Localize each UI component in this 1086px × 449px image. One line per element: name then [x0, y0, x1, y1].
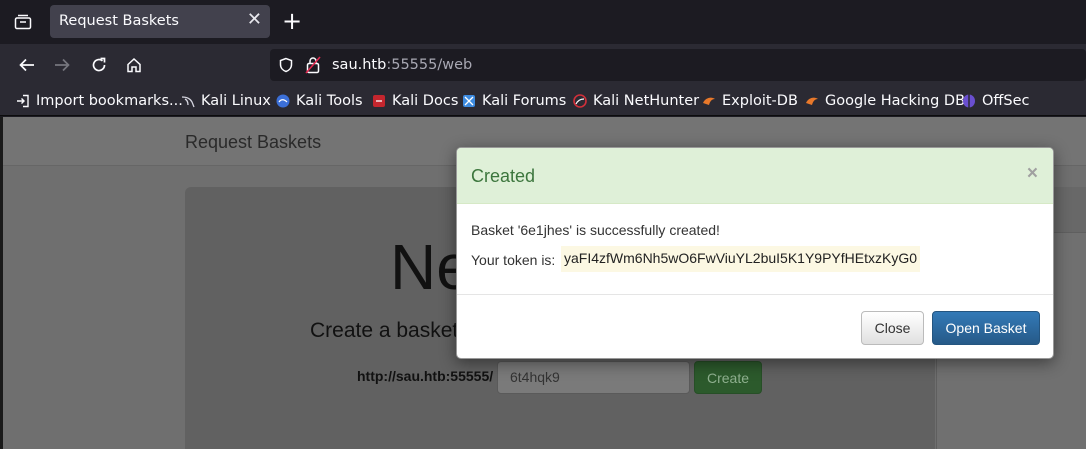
bookmark-label: Kali Forums	[482, 93, 567, 109]
import-icon	[16, 94, 30, 108]
token-label: Your token is:	[471, 252, 556, 268]
bookmark-label: Google Hacking DB	[825, 93, 966, 109]
bookmark-google-hacking-db[interactable]: Google Hacking DB	[805, 91, 965, 111]
tab-close-icon[interactable]: ✕	[247, 10, 262, 30]
basket-name-input[interactable]: 6t4hqk9	[497, 361, 690, 394]
kali-dragon-icon	[181, 94, 195, 108]
bookmark-label: Kali Linux	[201, 93, 271, 109]
create-button[interactable]: Create	[694, 361, 762, 394]
left-edge	[0, 117, 3, 449]
home-icon[interactable]	[120, 51, 148, 79]
bookmark-exploit-db[interactable]: Exploit-DB	[702, 91, 798, 111]
created-message: Basket '6e1jhes' is successfully created…	[471, 222, 720, 238]
bookmarks-toolbar: Import bookmarks... Kali Linux Kali Tool…	[0, 86, 1086, 116]
base-url-label: http://sau.htb:55555/	[357, 368, 494, 384]
bookmark-label: Kali Docs	[392, 93, 459, 109]
site-brand[interactable]: Request Baskets	[185, 132, 321, 153]
exploit-db-icon	[702, 94, 716, 108]
offsec-icon	[962, 94, 976, 108]
back-icon[interactable]	[13, 51, 41, 79]
ghdb-icon	[805, 94, 819, 108]
kali-tools-icon	[276, 94, 290, 108]
reload-icon[interactable]	[85, 51, 113, 79]
kali-docs-icon	[372, 94, 386, 108]
close-button[interactable]: Close	[861, 311, 924, 345]
kali-forums-icon	[462, 94, 476, 108]
token-value[interactable]: yaFI4zfWm6Nh5wO6FwViuYL2buI5K1Y9PYfHEtxz…	[561, 246, 921, 272]
close-icon[interactable]: ×	[1027, 164, 1038, 184]
url-host: sau.htb	[332, 57, 387, 73]
list-all-tabs-icon[interactable]	[10, 10, 36, 34]
bookmark-kali-nethunter[interactable]: Kali NetHunter	[573, 91, 699, 111]
url-text: sau.htb:55555/web	[332, 57, 472, 73]
bookmark-label: Kali NetHunter	[593, 93, 700, 109]
bookmark-label: Kali Tools	[296, 93, 363, 109]
bookmark-kali-forums[interactable]: Kali Forums	[462, 91, 566, 111]
bookmark-offsec[interactable]: OffSec	[962, 91, 1030, 111]
dialog-footer-divider	[457, 294, 1053, 295]
tracking-protection-shield-icon[interactable]	[278, 57, 294, 77]
open-basket-button[interactable]: Open Basket	[932, 311, 1040, 345]
forward-icon[interactable]	[48, 51, 76, 79]
tab-request-baskets[interactable]: Request Baskets ✕	[50, 5, 270, 38]
page-subtitle: Create a basket	[310, 319, 459, 342]
dialog-title: Created	[471, 166, 536, 186]
bookmark-import[interactable]: Import bookmarks...	[16, 91, 183, 111]
tab-title: Request Baskets	[59, 13, 179, 29]
nethunter-icon	[573, 94, 587, 108]
bookmark-kali-tools[interactable]: Kali Tools	[276, 91, 363, 111]
bookmark-label: Exploit-DB	[722, 93, 798, 109]
tab-strip: Request Baskets ✕ +	[0, 0, 1086, 44]
created-dialog: Created × Basket '6e1jhes' is successful…	[456, 147, 1054, 359]
insecure-lock-icon[interactable]	[305, 56, 321, 78]
navigation-bar: sau.htb:55555/web	[0, 44, 1086, 86]
dialog-header: Created ×	[457, 148, 1053, 204]
new-tab-icon[interactable]: +	[282, 9, 302, 33]
bookmark-kali-docs[interactable]: Kali Docs	[372, 91, 458, 111]
bookmark-label: Import bookmarks...	[36, 93, 183, 109]
bookmark-kali-linux[interactable]: Kali Linux	[181, 91, 271, 111]
address-bar[interactable]: sau.htb:55555/web	[270, 49, 1086, 81]
url-path: :55555/web	[386, 57, 473, 73]
bookmark-label: OffSec	[982, 93, 1030, 109]
